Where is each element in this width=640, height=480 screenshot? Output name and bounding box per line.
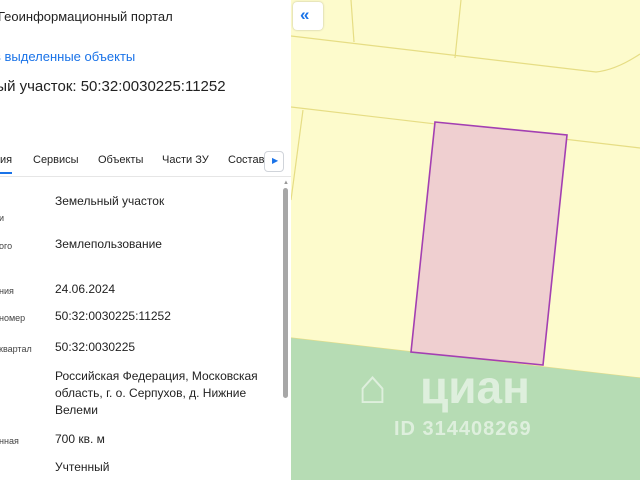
parcel-title: ный участок: 50:32:0030225:11252 bbox=[0, 78, 226, 95]
tab-parcel-parts[interactable]: Части ЗУ bbox=[162, 154, 209, 166]
info-panel: Геоинформационный портал в выделенные об… bbox=[0, 0, 292, 480]
attribute-value-cadastral-number: 50:32:0030225:11252 bbox=[55, 309, 171, 323]
scrollbar-thumb[interactable] bbox=[283, 188, 288, 398]
tabs-scroll-right-button[interactable]: ▶ bbox=[264, 151, 284, 172]
attribute-value-address: Российская Федерация, Московская область… bbox=[55, 369, 258, 417]
double-chevron-left-icon: « bbox=[300, 5, 310, 24]
chevron-right-icon: ▶ bbox=[272, 156, 279, 165]
attribute-value-status: Учтенный bbox=[55, 460, 110, 474]
attribute-label-type: и bbox=[0, 213, 4, 223]
attribute-label-area: нная bbox=[0, 436, 19, 446]
attribute-value-cadastral-quarter[interactable]: 50:32:0030225 bbox=[55, 339, 135, 356]
tab-objects[interactable]: Объекты bbox=[98, 154, 143, 166]
scroll-up-arrow-icon[interactable]: ▲ bbox=[283, 180, 289, 186]
attribute-label-cadastral-number: номер bbox=[0, 313, 26, 323]
tab-services[interactable]: Сервисы bbox=[33, 154, 79, 166]
tab-composition[interactable]: Состав bbox=[228, 154, 264, 166]
tab-bar: ия Сервисы Объекты Части ЗУ Состав bbox=[0, 148, 291, 177]
attribute-value-subtype: Землепользование bbox=[55, 237, 162, 251]
attribute-label-cadastral-quarter: квартал bbox=[0, 344, 32, 354]
tab-info[interactable]: ия bbox=[0, 154, 13, 174]
panel-scrollbar[interactable]: ▲ bbox=[282, 180, 290, 480]
watermark-brand: циан bbox=[420, 361, 530, 413]
attribute-value-date: 24.06.2024 bbox=[55, 282, 116, 296]
house-logo-icon: ⌂ bbox=[358, 361, 387, 414]
attribute-label-date: ния bbox=[0, 286, 14, 296]
attribute-label-subtype: ого bbox=[0, 241, 13, 251]
watermark-id: ID 314408269 bbox=[394, 418, 532, 440]
selected-parcel[interactable] bbox=[410, 121, 568, 366]
portal-title: Геоинформационный портал bbox=[0, 9, 173, 24]
collapse-panel-button[interactable]: « bbox=[293, 2, 323, 30]
attribute-value-area: 700 кв. м bbox=[55, 432, 105, 446]
add-to-selection-link[interactable]: в выделенные объекты bbox=[0, 49, 135, 64]
attribute-value-type: Земельный участок bbox=[55, 194, 165, 208]
